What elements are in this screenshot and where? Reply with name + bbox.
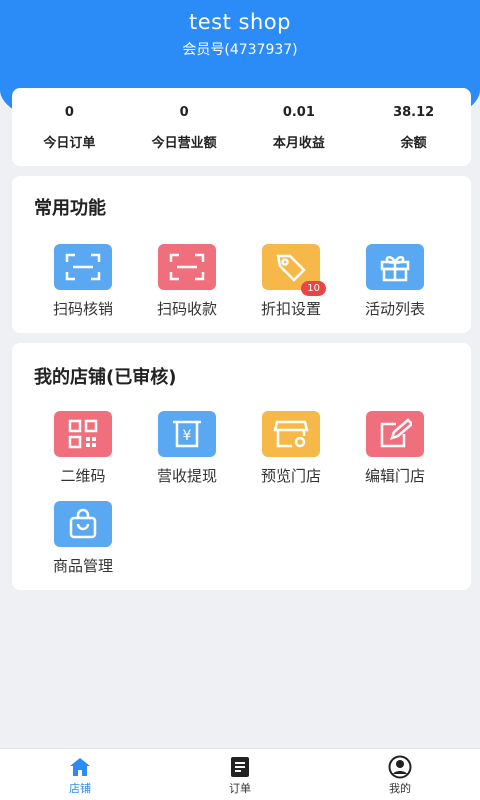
gift-icon <box>366 244 424 290</box>
bottom-tab-bar: 店铺 订单 我的 <box>0 748 480 800</box>
activity-list-button[interactable]: 活动列表 <box>343 244 447 319</box>
tag-icon: 10 <box>262 244 326 296</box>
scan-icon <box>158 244 216 290</box>
stat-label: 本月收益 <box>272 136 325 151</box>
scan-icon <box>54 244 112 290</box>
tab-profile[interactable]: 我的 <box>320 749 480 800</box>
item-label: 二维码 <box>60 467 106 485</box>
stat-label: 余额 <box>400 136 427 151</box>
stat-value: 0 <box>179 105 189 120</box>
item-label: 扫码收款 <box>156 300 217 318</box>
order-icon <box>231 757 249 777</box>
stat-today-orders[interactable]: 0 今日订单 <box>12 88 127 166</box>
profile-icon <box>388 755 412 779</box>
item-label: 活动列表 <box>364 300 425 318</box>
item-label: 扫码核销 <box>52 300 113 318</box>
withdraw-icon: ¥ <box>158 411 216 457</box>
notification-badge: 10 <box>301 281 326 296</box>
shop-title: test shop <box>189 10 291 34</box>
tab-store[interactable]: 店铺 <box>0 749 160 800</box>
stat-label: 今日营业额 <box>151 136 217 151</box>
stat-month-income[interactable]: 0.01 本月收益 <box>242 88 357 166</box>
section-title: 常用功能 <box>34 198 106 219</box>
section-title: 我的店铺(已审核) <box>34 367 177 388</box>
tab-label: 我的 <box>389 782 411 795</box>
edit-store-button[interactable]: 编辑门店 <box>343 411 447 486</box>
item-label: 商品管理 <box>52 557 113 575</box>
item-label: 编辑门店 <box>364 467 425 485</box>
stat-value: 0.01 <box>282 105 315 120</box>
stat-value: 0 <box>64 105 74 120</box>
item-label: 营收提现 <box>156 467 217 485</box>
svg-text:¥: ¥ <box>183 428 192 444</box>
product-management-button[interactable]: 商品管理 <box>31 501 135 576</box>
tab-orders[interactable]: 订单 <box>160 749 320 800</box>
item-label: 折扣设置 <box>260 300 321 318</box>
stat-label: 今日订单 <box>43 136 96 151</box>
preview-store-button[interactable]: 预览门店 <box>239 411 343 486</box>
discount-settings-button[interactable]: 10 折扣设置 <box>239 244 343 319</box>
edit-icon <box>366 411 424 457</box>
scan-payment-button[interactable]: 扫码收款 <box>135 244 239 319</box>
withdraw-button[interactable]: ¥ 营收提现 <box>135 411 239 486</box>
bag-icon <box>54 501 112 547</box>
my-store-panel: 我的店铺(已审核) 二维码 ¥ 营收提现 预览门店 编辑门店 商品管理 <box>12 343 471 590</box>
stats-card: 0 今日订单 0 今日营业额 0.01 本月收益 38.12 余额 <box>12 88 471 166</box>
item-label: 预览门店 <box>260 467 321 485</box>
storefront-icon <box>262 411 320 457</box>
member-number: 会员号(4737937) <box>182 42 298 58</box>
qr-code-icon <box>54 411 112 457</box>
qr-code-button[interactable]: 二维码 <box>31 411 135 486</box>
scan-verify-button[interactable]: 扫码核销 <box>31 244 135 319</box>
stat-balance[interactable]: 38.12 余额 <box>356 88 471 166</box>
stat-today-revenue[interactable]: 0 今日营业额 <box>127 88 242 166</box>
tab-label: 店铺 <box>69 782 91 795</box>
common-functions-panel: 常用功能 扫码核销 扫码收款 10 折扣设置 活动列表 <box>12 176 471 333</box>
stat-value: 38.12 <box>393 105 435 120</box>
tab-label: 订单 <box>229 782 251 795</box>
home-icon <box>70 758 90 776</box>
